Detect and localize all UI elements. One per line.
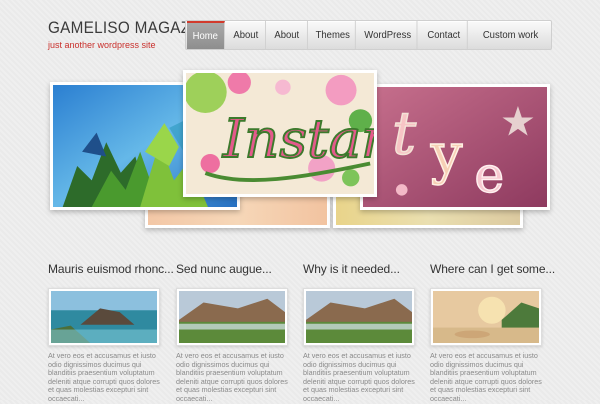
svg-text:e: e xyxy=(474,146,504,204)
post-card: Why is it needed... At vero eos et accus… xyxy=(303,262,416,404)
main-navigation: Home About About Themes WordPress Contac… xyxy=(185,20,552,50)
nav-item-themes[interactable]: Themes xyxy=(310,21,356,49)
post-card: Sed nunc augue... At vero eos et accusam… xyxy=(176,262,289,404)
post-thumbnail[interactable] xyxy=(303,288,415,346)
post-thumbnail[interactable] xyxy=(176,288,288,346)
featured-slider: t y e Instan xyxy=(50,68,550,233)
post-excerpt: At vero eos et accusamus et iusto odio d… xyxy=(430,351,542,403)
svg-text:Instan: Instan xyxy=(222,107,374,169)
nav-item-custom-work[interactable]: Custom work xyxy=(472,21,549,49)
post-title[interactable]: Where can I get some... xyxy=(430,262,555,276)
post-excerpt: At vero eos et accusamus et iusto odio d… xyxy=(48,351,160,403)
instant-artwork: Instan xyxy=(184,71,397,194)
post-title[interactable]: Sed nunc augue... xyxy=(176,262,289,276)
post-card: Mauris euismod rhonc... At vero eos et a… xyxy=(48,262,174,404)
slide-type[interactable]: t y e xyxy=(360,84,550,210)
post-excerpt: At vero eos et accusamus et iusto odio d… xyxy=(176,351,288,403)
slide-instant[interactable]: Instan xyxy=(183,70,397,197)
recent-posts: Mauris euismod rhonc... At vero eos et a… xyxy=(48,262,558,404)
nav-item-about-2[interactable]: About xyxy=(267,21,308,49)
nav-item-wordpress[interactable]: WordPress xyxy=(359,21,418,49)
type-artwork: t y e xyxy=(363,87,547,207)
post-excerpt: At vero eos et accusamus et iusto odio d… xyxy=(303,351,415,403)
post-card: Where can I get some... At vero eos et a… xyxy=(430,262,555,404)
nav-item-contact[interactable]: Contact xyxy=(421,21,469,49)
post-title[interactable]: Mauris euismod rhonc... xyxy=(48,262,174,276)
post-thumbnail[interactable] xyxy=(430,288,542,346)
svg-text:t: t xyxy=(392,100,417,168)
nav-item-about[interactable]: About xyxy=(227,21,266,49)
nav-item-home[interactable]: Home xyxy=(186,21,225,49)
svg-text:y: y xyxy=(430,122,463,186)
post-title[interactable]: Why is it needed... xyxy=(303,262,416,276)
post-thumbnail[interactable] xyxy=(48,288,160,346)
